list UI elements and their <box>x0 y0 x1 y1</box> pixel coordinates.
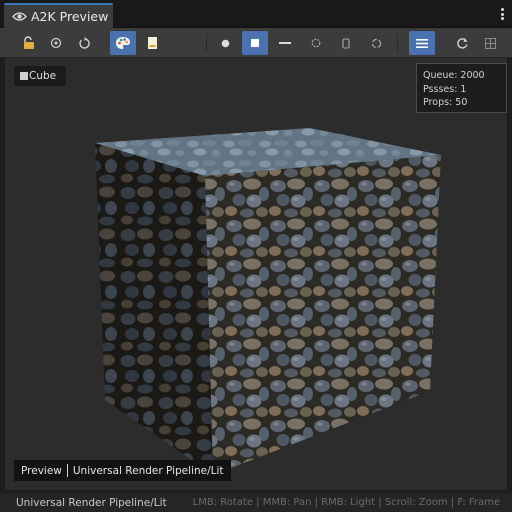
sphere-shape-icon[interactable] <box>212 31 238 55</box>
shader-name: Universal Render Pipeline/Lit <box>72 464 224 477</box>
status-shader: Universal Render Pipeline/Lit <box>16 496 167 509</box>
toolbar-separator <box>206 34 207 52</box>
label-divider <box>66 464 68 477</box>
torus-shape-icon[interactable] <box>363 31 389 55</box>
refresh-icon[interactable] <box>449 31 475 55</box>
capsule-shape-icon[interactable] <box>333 31 359 55</box>
stat-passes: Pssses: 1 <box>423 83 467 95</box>
render-stats-panel: Queue: 2000 Pssses: 1 Props: 50 <box>416 63 507 113</box>
cylinder-shape-icon[interactable] <box>303 31 329 55</box>
palette-icon[interactable] <box>110 31 136 55</box>
status-bar: Universal Render Pipeline/Lit LMB: Rotat… <box>0 493 512 512</box>
document-icon[interactable] <box>139 31 165 55</box>
plane-shape-icon[interactable] <box>272 31 298 55</box>
stat-props: Props: 50 <box>423 97 468 108</box>
menu-icon[interactable] <box>409 31 435 55</box>
control-hints: LMB: Rotate | MMB: Pan | RMB: Light | Sc… <box>192 497 500 508</box>
preview-viewport[interactable]: Cube Queue: 2000 Pssses: 1 Props: 50 Pre… <box>4 58 508 490</box>
tab-bar: A2K Preview <box>0 0 512 28</box>
shader-overlay-label: Preview Universal Render Pipeline/Lit <box>14 460 231 481</box>
cube-preview[interactable] <box>5 58 509 490</box>
stat-queue: Queue: 2000 <box>423 70 485 81</box>
tab-a2k-preview[interactable]: A2K Preview <box>4 3 113 28</box>
object-name: Cube <box>29 70 57 82</box>
preview-prefix: Preview <box>21 464 62 477</box>
target-icon[interactable] <box>43 31 69 55</box>
lock-icon[interactable] <box>16 31 42 55</box>
reset-icon[interactable] <box>71 31 97 55</box>
eye-icon <box>12 11 27 22</box>
toolbar-separator <box>397 34 398 52</box>
more-options-icon[interactable] <box>498 6 506 22</box>
cube-shape-icon[interactable] <box>242 31 268 55</box>
preview-toolbar <box>0 28 512 58</box>
grid-icon[interactable] <box>477 31 503 55</box>
tab-title: A2K Preview <box>31 9 109 24</box>
object-label: Cube <box>14 66 67 86</box>
cube-marker-icon <box>20 72 28 80</box>
